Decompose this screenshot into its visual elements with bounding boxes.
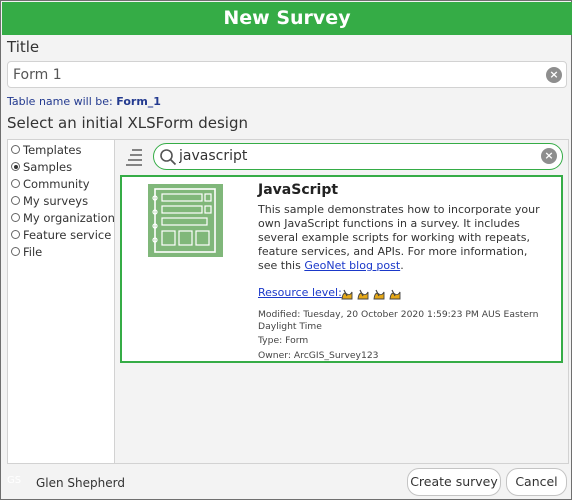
radio-icon[interactable] <box>11 213 20 222</box>
source-label: File <box>23 245 43 259</box>
radio-icon[interactable] <box>11 230 20 239</box>
source-label: Community <box>23 177 90 191</box>
create-survey-button[interactable]: Create survey <box>407 468 501 496</box>
clear-search-icon[interactable]: × <box>541 148 557 164</box>
source-label: Samples <box>23 160 73 174</box>
source-list: Templates Samples Community My surveys M… <box>7 139 115 464</box>
resource-level-rating <box>340 287 402 301</box>
source-community[interactable]: Community <box>11 177 90 193</box>
radio-icon[interactable] <box>11 179 20 188</box>
result-description-suffix: . <box>400 259 404 272</box>
resource-level-icon <box>373 289 385 300</box>
dialog-title: New Survey <box>2 2 572 35</box>
source-label: Feature service <box>23 228 112 242</box>
source-templates[interactable]: Templates <box>11 143 81 159</box>
new-survey-dialog: New Survey Title × Table name will be: F… <box>0 0 572 500</box>
source-my-organization[interactable]: My organization <box>11 211 115 227</box>
source-file[interactable]: File <box>11 245 42 261</box>
resource-level[interactable]: Resource level: <box>258 286 342 299</box>
design-label: Select an initial XLSForm design <box>7 114 248 132</box>
resource-level-icon <box>389 289 401 300</box>
cancel-button[interactable]: Cancel <box>506 468 567 496</box>
result-description: This sample demonstrates how to incorpor… <box>258 203 548 273</box>
search-icon <box>160 149 177 166</box>
user-name: Glen Shepherd <box>36 476 125 490</box>
table-name-value: Form_1 <box>116 95 161 108</box>
radio-icon[interactable] <box>11 145 20 154</box>
result-title: JavaScript <box>258 182 339 198</box>
user-avatar: GS <box>7 475 22 486</box>
radio-checked-icon[interactable] <box>11 162 20 171</box>
source-label: Templates <box>23 143 82 157</box>
resource-level-link[interactable]: Resource level: <box>258 286 342 299</box>
title-input[interactable] <box>13 65 533 85</box>
clear-icon[interactable]: × <box>546 67 562 83</box>
result-owner: Owner: ArcGIS_Survey123 <box>258 350 379 361</box>
source-samples[interactable]: Samples <box>11 160 72 176</box>
title-label: Title <box>7 38 40 56</box>
source-label: My surveys <box>23 194 89 208</box>
title-field[interactable]: × <box>7 61 567 88</box>
radio-icon[interactable] <box>11 196 20 205</box>
sort-icon[interactable] <box>126 147 144 167</box>
table-name-hint: Table name will be: Form_1 <box>7 95 161 108</box>
source-my-surveys[interactable]: My surveys <box>11 194 88 210</box>
search-field[interactable]: × <box>153 143 563 170</box>
table-name-prefix: Table name will be: <box>7 95 113 108</box>
radio-icon[interactable] <box>11 247 20 256</box>
result-card[interactable]: JavaScript This sample demonstrates how … <box>120 175 563 363</box>
resource-level-icon <box>357 289 369 300</box>
source-feature-service[interactable]: Feature service <box>11 228 111 244</box>
geonet-blog-link[interactable]: GeoNet blog post <box>304 259 400 272</box>
form-thumbnail <box>148 184 223 257</box>
result-modified: Modified: Tuesday, 20 October 2020 1:59:… <box>258 309 539 332</box>
result-type: Type: Form <box>258 335 309 346</box>
source-label: My organization <box>23 211 115 225</box>
search-input[interactable] <box>179 146 539 166</box>
resource-level-icon <box>341 289 353 300</box>
